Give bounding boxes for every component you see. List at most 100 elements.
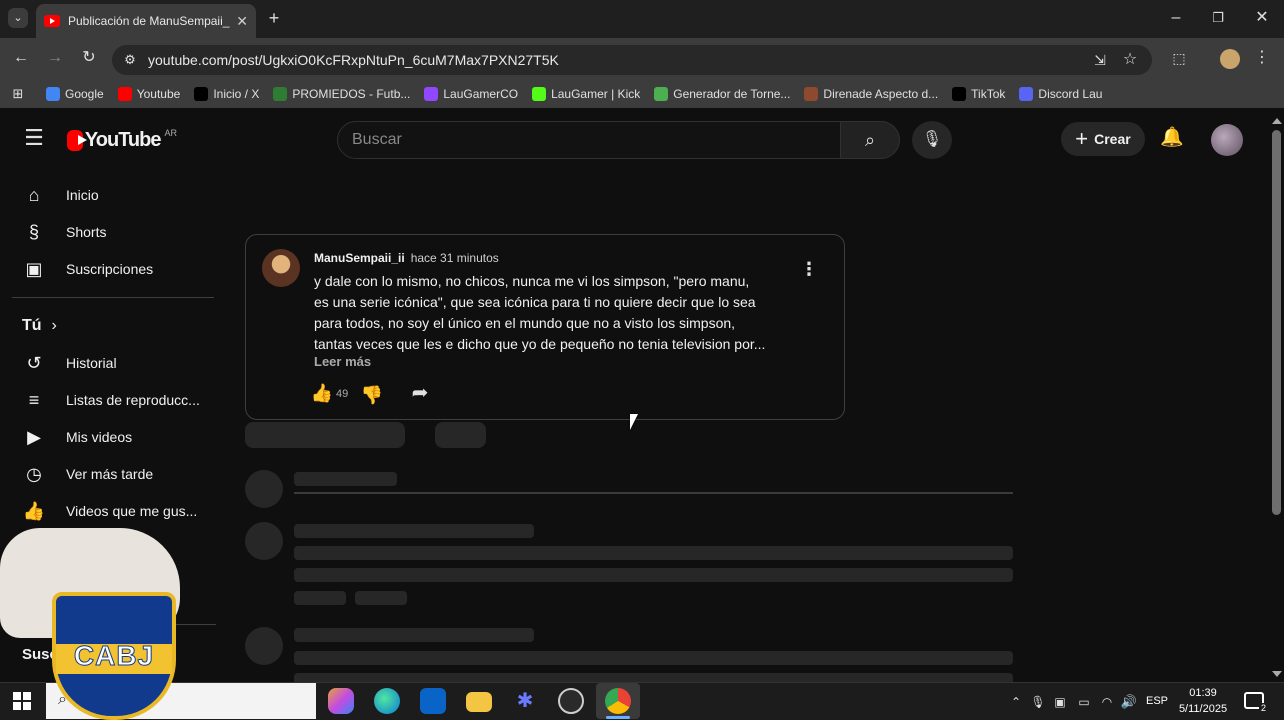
sidebar-item[interactable]: § Shorts <box>0 213 230 250</box>
bookmark-item[interactable]: LauGamerCO <box>424 87 518 101</box>
tab-search-icon[interactable]: ⌄ <box>8 8 28 28</box>
notification-center-icon[interactable]: 2 <box>1244 692 1268 713</box>
chrome-menu-icon[interactable]: ⋮ <box>1254 48 1270 68</box>
sidebar-item[interactable]: ▶ Mis videos <box>0 418 230 455</box>
back-icon[interactable]: ← <box>10 48 32 68</box>
sidebar-divider <box>12 297 214 298</box>
youtube-play-icon <box>67 129 87 151</box>
comment-avatar-skeleton <box>245 627 283 665</box>
logo-text: YouTube <box>84 128 162 151</box>
restore-button[interactable]: ❐ <box>1208 8 1228 28</box>
edge-icon[interactable] <box>374 688 400 714</box>
scroll-up-arrow-icon[interactable] <box>1272 118 1282 124</box>
author-name[interactable]: ManuSempaii_ii <box>314 251 405 265</box>
battery-icon[interactable]: ▭ <box>1075 692 1093 712</box>
address-bar[interactable]: ⚙ youtube.com/post/UgkxiO0KcFRxpNtuPn_6c… <box>112 45 1152 75</box>
reload-icon[interactable]: ↻ <box>78 48 100 68</box>
like-count: 49 <box>336 388 349 400</box>
sidebar-item[interactable]: ≡ Listas de reproducc... <box>0 381 230 418</box>
like-button[interactable]: 👍 <box>310 383 334 403</box>
search-icon: ⌕ <box>864 130 876 150</box>
shorts-icon: § <box>28 221 39 242</box>
badge-text: CABJ <box>73 640 155 672</box>
apps-grid-icon[interactable]: ⊞ <box>10 84 26 104</box>
bookmark-item[interactable]: Discord Lau <box>1019 87 1102 101</box>
install-app-icon[interactable]: ⇲ <box>1090 50 1110 70</box>
extensions-icon[interactable]: ⬚ <box>1168 48 1190 68</box>
account-avatar[interactable] <box>1211 124 1243 156</box>
read-more-link[interactable]: Leer más <box>314 354 371 369</box>
bookmark-item[interactable]: LauGamer | Kick <box>532 87 640 101</box>
clock-icon: ◷ <box>26 463 42 484</box>
bookmark-item[interactable]: Google <box>46 87 104 101</box>
post-line: y dale con lo mismo, no chicos, nunca me… <box>314 273 750 289</box>
microphone-tray-icon[interactable]: 🎙 <box>1030 692 1046 712</box>
bookmark-item[interactable]: TikTok <box>952 87 1005 101</box>
site-info-icon[interactable]: ⚙ <box>120 50 140 70</box>
chrome-icon[interactable] <box>605 688 631 714</box>
post-time[interactable]: hace 31 minutos <box>411 251 499 265</box>
search-button[interactable]: ⌕ <box>840 121 900 159</box>
share-button[interactable]: ➦ <box>408 383 432 403</box>
create-button[interactable]: + Crear <box>1061 122 1145 156</box>
youtube-logo[interactable]: YouTube AR <box>67 128 177 152</box>
mouse-cursor <box>630 414 638 430</box>
close-window-button[interactable]: ✕ <box>1252 8 1272 28</box>
sidebar-you-header[interactable]: Tú › <box>0 308 230 344</box>
language-indicator[interactable]: ESP <box>1146 695 1168 707</box>
promiedos-icon <box>273 87 288 101</box>
bookmark-item[interactable]: Inicio / X <box>194 87 259 101</box>
like-icon: 👍 <box>22 500 46 521</box>
comments-header-skeleton <box>245 422 405 448</box>
scroll-down-arrow-icon[interactable] <box>1272 671 1282 677</box>
bookmark-item[interactable]: Direnade Aspecto d... <box>804 87 938 101</box>
subscriptions-icon: ▣ <box>25 258 43 279</box>
minimize-button[interactable]: – <box>1166 8 1186 28</box>
twitch-icon <box>424 87 439 101</box>
scrollbar-thumb[interactable] <box>1272 130 1281 515</box>
bookmark-item[interactable]: Youtube <box>117 87 180 101</box>
forward-icon[interactable]: → <box>44 48 66 68</box>
text-skeleton <box>294 591 346 605</box>
text-skeleton <box>294 628 534 642</box>
browser-tab[interactable]: Publicación de ManuSempaii_ii ✕ <box>36 4 256 38</box>
comment-avatar-skeleton <box>245 522 283 560</box>
obs-icon[interactable] <box>558 688 584 714</box>
history-icon: ↺ <box>26 352 42 373</box>
sidebar-item[interactable]: ◷ Ver más tarde <box>0 455 230 492</box>
menu-hamburger-icon[interactable]: ☰ <box>22 127 46 149</box>
bookmark-star-icon[interactable]: ☆ <box>1120 50 1140 70</box>
voice-search-button[interactable]: 🎙 <box>912 121 952 159</box>
thumbs-up-icon: 👍 <box>310 383 334 403</box>
search-input[interactable]: Buscar <box>337 121 841 159</box>
outlook-icon[interactable] <box>420 688 446 714</box>
clock-time: 01:39 <box>1189 687 1217 699</box>
camera-tray-icon[interactable]: ▣ <box>1052 692 1068 712</box>
notifications-bell-icon[interactable]: 🔔 <box>1160 128 1184 148</box>
post-line: tantas veces que les e dicho que yo de p… <box>314 336 766 352</box>
tray-chevron-up-icon[interactable]: ⌃ <box>1008 692 1024 712</box>
text-skeleton <box>294 651 1013 665</box>
author-avatar[interactable] <box>262 249 300 287</box>
copilot-icon[interactable] <box>328 688 354 714</box>
tab-close-icon[interactable]: ✕ <box>236 13 248 30</box>
bookmark-item[interactable]: PROMIEDOS - Futb... <box>273 87 410 101</box>
profile-avatar[interactable] <box>1220 49 1240 69</box>
sidebar-item[interactable]: ↺ Historial <box>0 344 230 381</box>
wifi-icon[interactable]: ◠ <box>1098 692 1116 712</box>
file-explorer-icon[interactable] <box>466 692 492 712</box>
system-clock[interactable]: 01:39 5/11/2025 <box>1168 685 1238 717</box>
sidebar-item[interactable]: ⌂ Inicio <box>0 176 230 213</box>
sidebar-item-label: Shorts <box>66 223 107 240</box>
sticker-overlay: CABJ <box>0 520 185 720</box>
bookmark-item[interactable]: Generador de Torne... <box>654 87 790 101</box>
sort-skeleton <box>435 422 486 448</box>
notification-count: 2 <box>1258 703 1268 713</box>
sidebar-item[interactable]: ▣ Suscripciones <box>0 250 230 287</box>
tab-title: Publicación de ManuSempaii_ii <box>68 14 231 28</box>
app-icon[interactable]: ✱ <box>512 688 538 714</box>
volume-icon[interactable]: 🔊 <box>1120 692 1138 712</box>
plus-icon: + <box>1075 126 1089 151</box>
new-tab-button[interactable]: + <box>264 8 284 28</box>
dislike-button[interactable]: 👎 <box>360 385 384 405</box>
